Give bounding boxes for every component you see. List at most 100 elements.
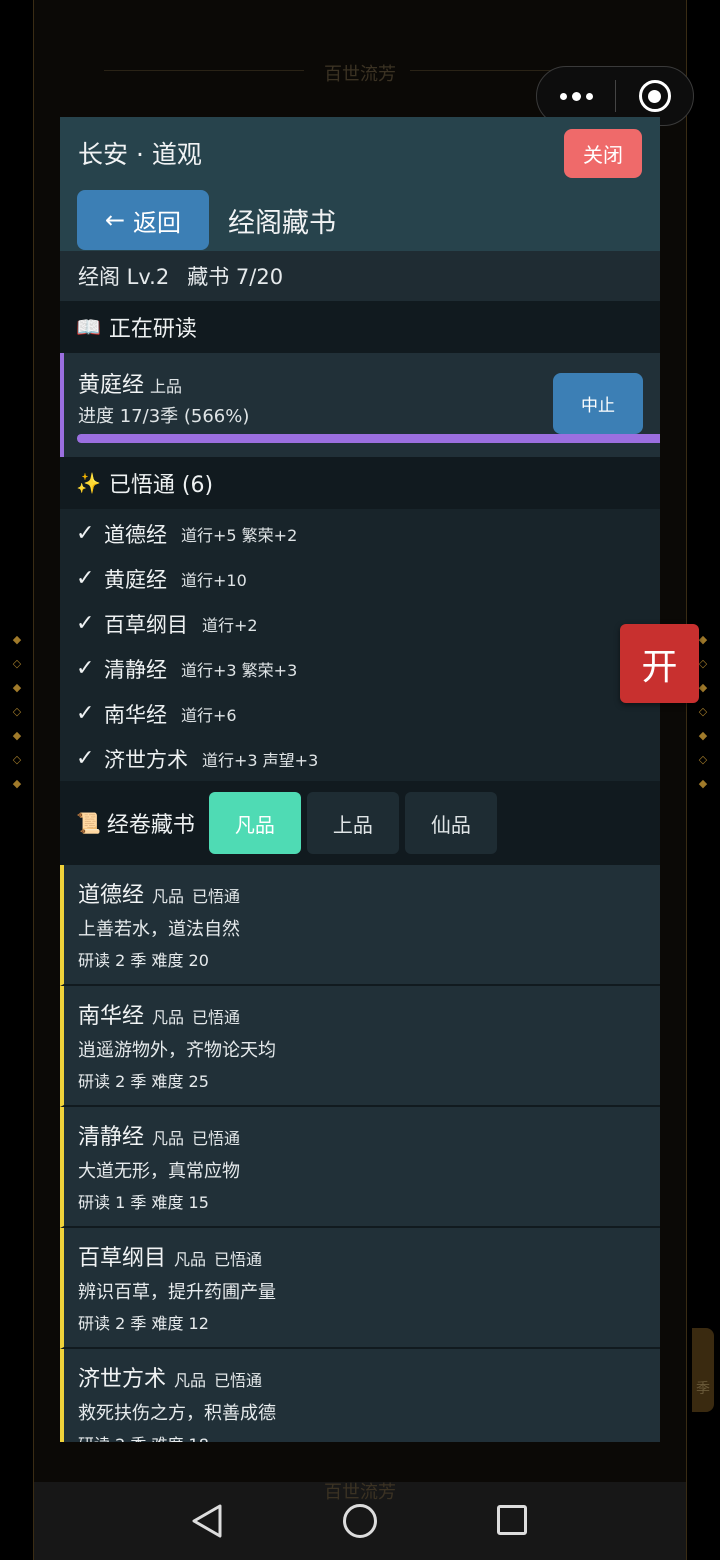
book-status: 已悟通 — [192, 1129, 241, 1148]
enlightened-book-name: 清静经 — [104, 657, 167, 682]
studying-heading: 正在研读 — [108, 317, 197, 342]
book-name: 道德经 — [78, 883, 145, 908]
book-name: 清静经 — [78, 1125, 145, 1150]
more-dot-icon — [585, 92, 593, 100]
enlightened-item: ✓ 南华经 道行+6 — [60, 691, 660, 736]
enlightened-item: ✓ 清静经 道行+3 繁荣+3 — [60, 646, 660, 691]
more-dot-icon — [571, 91, 581, 101]
book-grade: 凡品 — [152, 1008, 185, 1027]
enlightened-book-name: 南华经 — [104, 702, 167, 727]
check-icon: ✓ — [76, 566, 95, 591]
enlightened-bonus: 道行+3 繁荣+3 — [181, 660, 298, 680]
book-status: 已悟通 — [214, 1371, 263, 1390]
enlightened-list: ✓ 道德经 道行+5 繁荣+2 ✓ 黄庭经 道行+10 ✓ 百草纲目 道行+2 ✓ 清静经 道行+3 … — [60, 509, 660, 781]
books-section-header: 📜 经卷藏书 凡品 上品 仙品 — [60, 781, 660, 865]
right-diamond-deco: ◆ ◇ ◆ ◇ ◆ ◇ ◆ — [698, 633, 708, 790]
check-icon: ✓ — [76, 656, 95, 681]
book-title-line: 济世方术 凡品 已悟通 — [78, 1361, 262, 1393]
check-icon: ✓ — [76, 521, 95, 546]
book-stats: 研读 1 季 难度 15 — [78, 1193, 209, 1212]
study-progress-fill — [77, 434, 660, 443]
book-grade: 凡品 — [152, 1129, 185, 1148]
studying-section-header: 📖 正在研读 — [60, 301, 660, 353]
enlightened-book-name: 百草纲目 — [104, 612, 188, 637]
system-nav-bar — [0, 1482, 720, 1560]
enlightened-item: ✓ 黄庭经 道行+10 — [60, 556, 660, 601]
enlightened-item: ✓ 道德经 道行+5 繁荣+2 — [60, 511, 660, 556]
enlightened-section-header: ✨ 已悟通 (6) — [60, 457, 660, 509]
sparkles-icon: ✨ — [76, 471, 101, 495]
book-list: 道德经 凡品 已悟通 上善若水，道法自然 研读 2 季 难度 20 南华经 凡品 已悟通 逍遥游… — [60, 865, 660, 1442]
book-description: 救死扶伤之方，积善成德 — [78, 1403, 276, 1424]
enlightened-bonus: 道行+2 — [202, 615, 258, 635]
study-progress-bar — [77, 434, 660, 443]
enlightened-bonus: 道行+6 — [181, 705, 237, 725]
book-grade: 凡品 — [152, 887, 185, 906]
book-title-line: 道德经 凡品 已悟通 — [78, 877, 240, 909]
study-book-title: 黄庭经 上品 — [78, 367, 182, 399]
nav-home-icon[interactable] — [343, 1504, 377, 1538]
modal-title: 长安 · 道观 — [78, 140, 202, 169]
enlightened-book-name: 黄庭经 — [104, 567, 167, 592]
back-label: 返回 — [133, 208, 182, 237]
background-season-chip: 季 — [692, 1328, 714, 1412]
enlightened-item: ✓ 百草纲目 道行+2 — [60, 601, 660, 646]
book-card[interactable]: 清静经 凡品 已悟通大道无形，真常应物 研读 1 季 难度 15 — [60, 1107, 660, 1228]
book-stats: 研读 2 季 难度 25 — [78, 1072, 209, 1091]
close-button[interactable]: 关闭 — [564, 129, 642, 178]
books-heading: 经卷藏书 — [106, 813, 195, 838]
book-stats: 研读 2 季 难度 20 — [78, 951, 209, 970]
scroll-icon: 📜 — [76, 811, 101, 835]
tab-grade[interactable]: 仙品 — [404, 792, 497, 854]
study-book-grade: 上品 — [150, 377, 183, 396]
book-title-line: 清静经 凡品 已悟通 — [78, 1119, 240, 1151]
nav-recents-icon[interactable] — [497, 1505, 527, 1535]
target-icon — [638, 80, 671, 112]
book-description: 大道无形，真常应物 — [78, 1161, 240, 1182]
enlightened-book-name: 道德经 — [104, 522, 167, 547]
enlightened-bonus: 道行+10 — [181, 570, 247, 590]
book-description: 辨识百草，提升药圃产量 — [78, 1282, 276, 1303]
stop-study-button[interactable]: 中止 — [553, 373, 643, 434]
tab-grade[interactable]: 凡品 — [208, 792, 301, 854]
book-description: 上善若水，道法自然 — [78, 919, 240, 940]
left-diamond-deco: ◆ ◇ ◆ ◇ ◆ ◇ ◆ — [12, 633, 22, 790]
open-floating-button[interactable]: 开 — [620, 624, 699, 703]
book-description: 逍遥游物外，齐物论天均 — [78, 1040, 276, 1061]
book-card[interactable]: 济世方术凡品已悟通救死扶伤之方，积善成德研读 2 季 难度 18 — [60, 1349, 660, 1442]
book-card[interactable]: 百草纲目 凡品 已悟通 辨识百草，提升药圃产量 研读 2 季 难度 12 — [60, 1228, 660, 1349]
book-card[interactable]: 道德经 凡品 已悟通上善若水，道法自然 研读 2 季 难度 20 — [60, 865, 660, 986]
book-stats: 研读 2 季 难度 12 — [78, 1314, 209, 1333]
modal-header: 长安 · 道观 关闭 ← 返回 经阁藏书 — [60, 117, 660, 251]
more-dot-icon — [559, 92, 567, 100]
book-name: 济世方术 — [78, 1367, 167, 1392]
check-icon: ✓ — [76, 611, 95, 636]
study-book-name: 黄庭经 — [78, 373, 145, 398]
tab-grade[interactable]: 上品 — [306, 792, 399, 854]
arrow-left-icon: ← — [104, 206, 126, 234]
book-grade: 凡品 — [174, 1371, 207, 1390]
book-title-line: 南华经 凡品 已悟通 — [78, 998, 240, 1030]
enlightened-heading: 已悟通 (6) — [108, 473, 214, 498]
open-book-icon: 📖 — [76, 315, 101, 339]
check-icon: ✓ — [76, 746, 95, 771]
book-card[interactable]: 南华经 凡品 已悟通逍遥游物外，齐物论天均 研读 2 季 难度 25 — [60, 986, 660, 1107]
book-name: 南华经 — [78, 1004, 145, 1029]
book-grade: 凡品 — [174, 1250, 207, 1269]
library-stats: 经阁 Lv.2 藏书 7/20 — [60, 251, 660, 301]
enlightened-bonus: 道行+3 声望+3 — [202, 750, 319, 770]
grade-tabs: 凡品 上品 仙品 — [208, 792, 497, 854]
book-status: 已悟通 — [192, 1008, 241, 1027]
nav-back-icon[interactable] — [190, 1503, 224, 1539]
study-progress-text: 进度 17/3季 (566%) — [78, 406, 250, 427]
collection-count: 藏书 7/20 — [187, 265, 284, 289]
check-icon: ✓ — [76, 701, 95, 726]
back-button[interactable]: ← 返回 — [77, 190, 209, 250]
book-status: 已悟通 — [214, 1250, 263, 1269]
page-title: 经阁藏书 — [228, 208, 336, 239]
book-stats: 研读 2 季 难度 18 — [78, 1431, 209, 1442]
enlightened-book-name: 济世方术 — [104, 747, 188, 772]
enlightened-item: ✓ 济世方术 道行+3 声望+3 — [60, 736, 660, 781]
book-status: 已悟通 — [192, 887, 241, 906]
current-study-card: 黄庭经 上品 进度 17/3季 (566%) 中止 — [60, 353, 660, 457]
